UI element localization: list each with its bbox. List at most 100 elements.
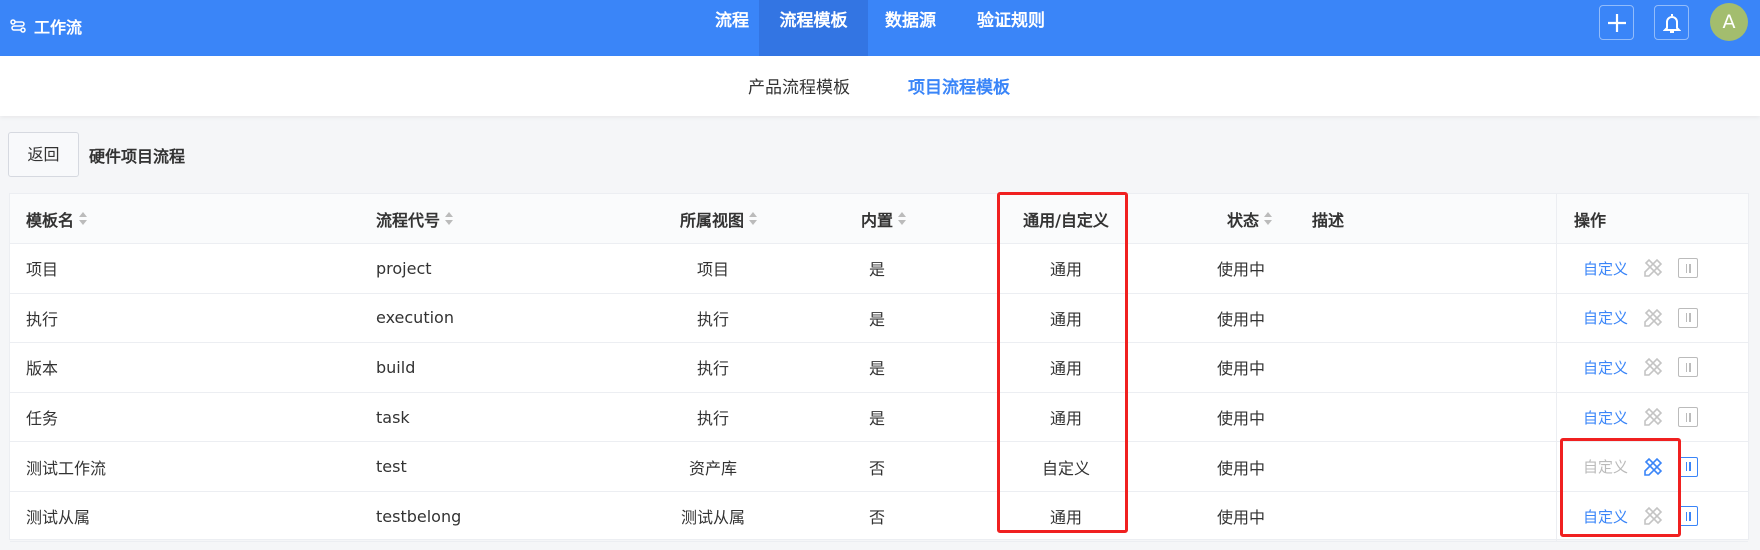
cell-name: 执行	[26, 309, 59, 329]
cell-actions: 自定义	[1583, 244, 1699, 293]
sort-icon[interactable]	[898, 212, 907, 225]
nav-flow[interactable]: 流程	[699, 0, 765, 56]
tab-product-templates[interactable]: 产品流程模板	[748, 73, 850, 98]
cell-code: test	[376, 457, 407, 477]
user-avatar[interactable]: A	[1710, 3, 1748, 41]
pause-icon[interactable]	[1678, 307, 1699, 328]
header-label: 流程代号	[376, 210, 441, 230]
header-label: 内置	[860, 210, 894, 230]
workflow-icon	[10, 19, 26, 33]
customize-link[interactable]: 自定义	[1583, 258, 1628, 279]
table-row: 项目 project 项目 是 通用 使用中 自定义	[10, 244, 1748, 294]
column-divider	[1556, 492, 1557, 541]
design-icon[interactable]	[1642, 307, 1664, 329]
cell-status: 使用中	[1216, 508, 1266, 528]
sort-icon[interactable]	[445, 212, 454, 225]
cell-actions: 自定义	[1583, 343, 1699, 392]
nav-flow-template[interactable]: 流程模板	[759, 0, 868, 56]
cell-status: 使用中	[1216, 309, 1266, 329]
cell-builtin: 否	[868, 508, 886, 528]
cell-name: 任务	[26, 409, 59, 429]
header-label: 状态	[1226, 210, 1260, 230]
sort-icon[interactable]	[79, 212, 88, 225]
sort-icon[interactable]	[1264, 212, 1273, 225]
header-view[interactable]: 所属视图	[680, 194, 758, 243]
table-row: 版本 build 执行 是 通用 使用中 自定义	[10, 343, 1748, 393]
cell-actions: 自定义	[1583, 393, 1699, 442]
header-desc: 描述	[1312, 210, 1345, 230]
customize-link[interactable]: 自定义	[1583, 357, 1628, 378]
column-divider	[1556, 244, 1557, 293]
header-label: 所属视图	[679, 210, 745, 230]
highlight-box-type-column	[997, 192, 1128, 533]
pause-icon[interactable]	[1678, 456, 1699, 477]
cell-actions: 自定义	[1583, 294, 1699, 343]
column-divider	[1556, 343, 1557, 392]
template-table: 模板名 流程代号 所属视图 内置 通用/自定义 状态 描述 操作 项目 proj…	[9, 193, 1749, 542]
header-status[interactable]: 状态	[1227, 194, 1273, 243]
back-button[interactable]: 返回	[8, 132, 79, 177]
column-divider	[1556, 392, 1557, 442]
customize-link[interactable]: 自定义	[1583, 307, 1628, 328]
cell-builtin: 是	[868, 260, 886, 280]
notifications-button[interactable]	[1654, 5, 1689, 40]
add-button[interactable]	[1599, 5, 1634, 40]
cell-view: 执行	[696, 409, 730, 429]
pause-icon[interactable]	[1678, 506, 1699, 527]
design-icon[interactable]	[1642, 356, 1664, 378]
cell-view: 执行	[696, 309, 730, 329]
cell-code: testbelong	[376, 506, 462, 526]
pause-icon[interactable]	[1678, 357, 1699, 378]
cell-builtin: 是	[868, 309, 886, 329]
cell-code: build	[376, 357, 416, 377]
cell-name: 测试从属	[26, 508, 91, 528]
tab-project-templates[interactable]: 项目流程模板	[908, 73, 1010, 98]
cell-builtin: 是	[868, 409, 886, 429]
app-title: 工作流	[34, 18, 83, 37]
cell-status: 使用中	[1216, 359, 1266, 379]
table-row: 执行 execution 执行 是 通用 使用中 自定义	[10, 293, 1748, 344]
header-builtin[interactable]: 内置	[861, 194, 907, 243]
customize-link[interactable]: 自定义	[1583, 407, 1628, 428]
header-name[interactable]: 模板名	[26, 194, 88, 243]
header-code[interactable]: 流程代号	[376, 194, 454, 243]
cell-name: 项目	[26, 260, 59, 280]
column-divider	[1556, 442, 1557, 491]
cell-builtin: 是	[868, 359, 886, 379]
header-label: 模板名	[26, 210, 75, 230]
cell-status: 使用中	[1216, 458, 1266, 478]
cell-code: task	[376, 407, 410, 427]
sub-nav: 产品流程模板 项目流程模板	[0, 56, 1760, 116]
nav-validation-rules[interactable]: 验证规则	[961, 0, 1061, 56]
cell-view: 测试从属	[680, 508, 746, 528]
cell-view: 项目	[696, 260, 730, 280]
page-title: 硬件项目流程	[89, 147, 186, 166]
cell-view: 执行	[696, 359, 730, 379]
cell-status: 使用中	[1216, 409, 1266, 429]
app-brand[interactable]: 工作流	[10, 14, 82, 38]
cell-builtin: 否	[868, 458, 886, 478]
cell-code: execution	[376, 308, 454, 328]
column-divider	[1556, 293, 1557, 343]
highlight-box-actions	[1560, 438, 1681, 537]
plus-icon	[1607, 13, 1626, 32]
pause-icon[interactable]	[1678, 258, 1699, 279]
cell-name: 测试工作流	[26, 458, 107, 478]
cell-code: project	[376, 258, 432, 278]
bell-icon	[1662, 13, 1681, 33]
table-row: 任务 task 执行 是 通用 使用中 自定义	[10, 392, 1748, 443]
cell-name: 版本	[26, 359, 59, 379]
cell-status: 使用中	[1216, 260, 1266, 280]
table-header: 模板名 流程代号 所属视图 内置 通用/自定义 状态 描述 操作	[10, 194, 1748, 244]
design-icon[interactable]	[1642, 406, 1664, 428]
pause-icon[interactable]	[1678, 407, 1699, 428]
sort-icon[interactable]	[749, 212, 758, 225]
top-bar: 工作流 流程 流程模板 数据源 验证规则 A	[0, 0, 1760, 56]
header-actions: 操作	[1574, 210, 1607, 230]
design-icon[interactable]	[1642, 257, 1664, 279]
column-divider	[1556, 194, 1557, 243]
cell-view: 资产库	[688, 458, 738, 478]
table-row: 测试工作流 test 资产库 否 自定义 使用中 自定义	[10, 442, 1748, 492]
table-row: 测试从属 testbelong 测试从属 否 通用 使用中 自定义	[10, 492, 1748, 542]
nav-datasource[interactable]: 数据源	[869, 0, 952, 56]
